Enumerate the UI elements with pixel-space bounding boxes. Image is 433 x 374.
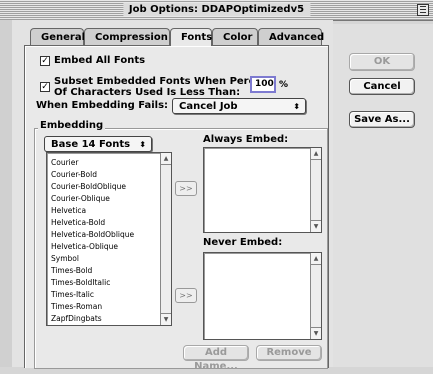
never-embed-label: Never Embed: [203,237,283,248]
scroll-down-arrow-icon[interactable]: ▼ [311,220,321,232]
subset-percent-input[interactable]: 100 [250,76,276,93]
font-source-popup[interactable]: Base 14 Fonts ⬍ [44,136,152,152]
cancel-button[interactable]: Cancel [349,78,415,95]
list-item[interactable]: Helvetica-Bold [51,218,105,227]
popup-value: Base 14 Fonts [51,139,131,150]
remove-button[interactable]: Remove [256,345,322,361]
list-item[interactable]: Helvetica [51,206,86,215]
list-item[interactable]: ZapfDingbats [51,314,102,323]
ok-button[interactable]: OK [349,53,415,71]
when-embedding-fails-label: When Embedding Fails: [36,100,169,111]
percent-unit: % [279,80,289,90]
title-bar[interactable]: Job Options: DDAPOptimizedv5 [0,0,433,21]
always-embed-label: Always Embed: [203,134,289,145]
zoom-box-icon[interactable] [417,4,429,16]
scroll-up-arrow-icon[interactable]: ▲ [311,148,321,160]
always-embed-list[interactable]: ▲ ▼ [203,147,322,233]
popup-value: Cancel Job [179,101,238,112]
list-item[interactable]: Courier-BoldOblique [51,182,126,191]
list-item[interactable]: Times-BoldItalic [51,278,110,287]
tab-fonts[interactable]: Fonts [170,28,212,46]
move-to-never-embed-button[interactable]: >> [175,288,197,303]
embed-all-fonts-checkbox[interactable]: ✓ [40,56,50,66]
popup-arrows-icon: ⬍ [139,140,146,149]
save-as-button[interactable]: Save As... [349,111,415,128]
add-name-button[interactable]: Add Name... [183,345,249,372]
when-embedding-fails-popup[interactable]: Cancel Job ⬍ [172,98,306,114]
window-title: Job Options: DDAPOptimizedv5 [122,3,311,16]
font-list-scrollbar[interactable]: ▲ ▼ [160,153,171,325]
tab-color[interactable]: Color [212,28,258,45]
move-to-always-embed-button[interactable]: >> [175,181,197,196]
always-embed-scrollbar[interactable]: ▲ ▼ [310,148,321,232]
embed-all-fonts-label: Embed All Fonts [54,55,146,66]
subset-fonts-label-line1: Subset Embedded Fonts When Percent [54,76,274,87]
list-item[interactable]: Times-Italic [51,290,94,299]
list-item[interactable]: Courier-Oblique [51,194,110,203]
list-item[interactable]: Times-Roman [51,302,102,311]
subset-fonts-label-line2: Of Characters Used Is Less Than: [54,87,241,98]
scroll-up-arrow-icon[interactable]: ▲ [311,253,321,265]
tab-general[interactable]: General [30,28,85,45]
scroll-down-arrow-icon[interactable]: ▼ [311,327,321,339]
button-column [333,24,433,367]
scroll-down-arrow-icon[interactable]: ▼ [161,313,171,325]
list-item[interactable]: Helvetica-BoldOblique [51,230,134,239]
list-item[interactable]: Courier [51,158,78,167]
never-embed-list[interactable]: ▲ ▼ [203,252,322,340]
popup-arrows-icon: ⬍ [293,102,300,111]
list-item[interactable]: Times-Bold [51,266,92,275]
subset-fonts-checkbox[interactable]: ✓ [40,82,50,92]
tab-label: Fonts [181,32,213,43]
never-embed-scrollbar[interactable]: ▲ ▼ [310,253,321,339]
tab-label: Advanced [269,32,325,43]
scroll-up-arrow-icon[interactable]: ▲ [161,153,171,165]
font-list[interactable]: Courier Courier-Bold Courier-BoldOblique… [46,152,172,326]
tab-compression[interactable]: Compression [84,28,170,45]
list-item[interactable]: Helvetica-Oblique [51,242,118,251]
list-item[interactable]: Courier-Bold [51,170,97,179]
tab-label: Color [223,32,253,43]
embedding-group-label: Embedding [38,120,106,131]
tab-advanced[interactable]: Advanced [258,28,325,45]
tab-label: General [41,32,85,43]
tab-label: Compression [95,32,168,43]
list-item[interactable]: Symbol [51,254,79,263]
